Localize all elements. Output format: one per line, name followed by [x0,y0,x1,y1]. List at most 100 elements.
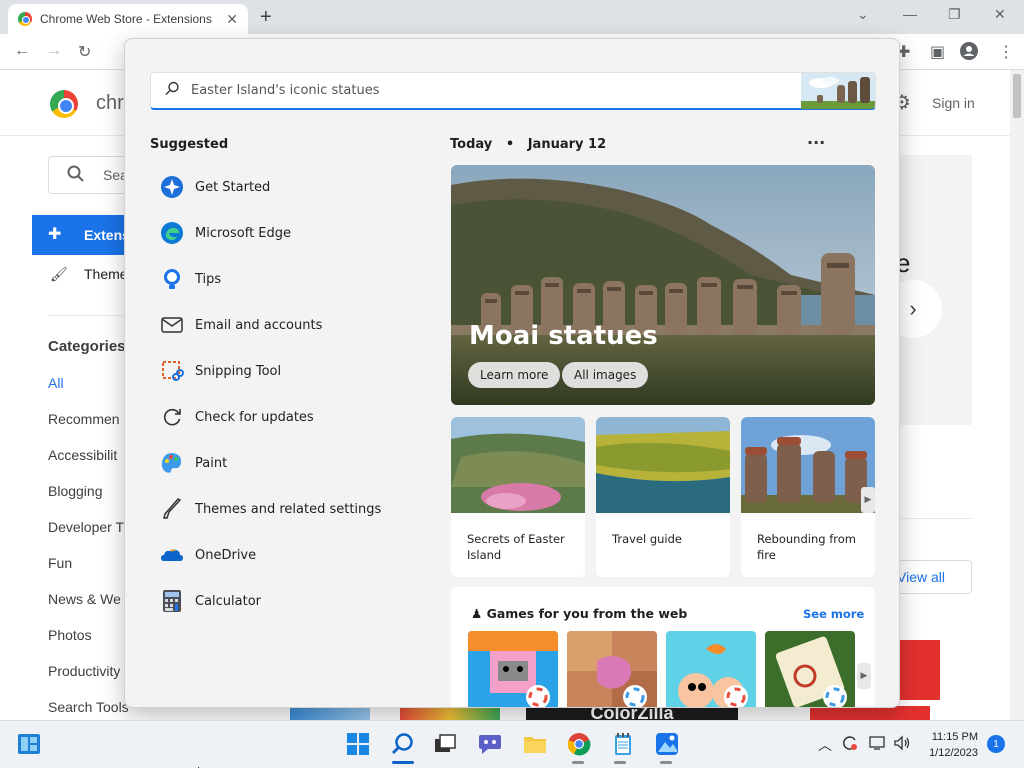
page-scrollbar[interactable] [1010,70,1024,720]
start-search-value: Easter Island's iconic statues [191,83,380,98]
browser-tab[interactable]: Chrome Web Store - Extensions ✕ [8,4,248,34]
start-windows-icon[interactable] [345,731,371,757]
file-explorer-icon[interactable] [522,731,548,757]
today-heading: Today • January 12 [450,137,606,152]
suggested-themes-settings[interactable]: Themes and related settings [159,496,381,522]
category-blogging[interactable]: Blogging [48,483,103,499]
game-tile[interactable] [567,631,657,707]
card-image [451,417,585,513]
suggested-check-for-updates[interactable]: Check for updates [159,404,314,430]
suggested-microsoft-edge[interactable]: Microsoft Edge [159,220,291,246]
close-window-button[interactable]: ✕ [994,6,1006,23]
tab-title: Chrome Web Store - Extensions [40,12,212,26]
refresh-icon [159,404,185,430]
suggested-label: OneDrive [195,547,257,563]
suggested-paint[interactable]: Paint [159,450,227,476]
update-refresh-icon[interactable] [842,735,858,754]
volume-icon[interactable] [893,735,911,754]
reload-icon[interactable]: ↻ [78,42,91,62]
games-icon: ♟ [471,606,483,621]
all-images-button[interactable]: All images [562,362,649,388]
suggested-onedrive[interactable]: OneDrive [159,542,256,568]
chrome-menu-icon[interactable]: ⋮ [998,42,1014,62]
today-date: January 12 [527,137,607,152]
new-tab-button[interactable]: + [260,6,272,29]
category-photos[interactable]: Photos [48,627,92,643]
game-tile[interactable] [765,631,855,707]
restore-button[interactable]: ❐ [948,6,961,23]
category-productivity[interactable]: Productivity [48,663,120,679]
suggested-get-started[interactable]: Get Started [159,174,270,200]
teams-chat-icon[interactable] [477,731,503,757]
suggested-label: Tips [195,271,222,287]
cws-logo-icon [50,90,78,118]
scrollbar-thumb[interactable] [1013,74,1021,118]
learn-more-button[interactable]: Learn more [468,362,561,388]
snipping-tool-icon [159,358,185,384]
card-caption: Travel guide [612,532,682,546]
category-accessibility[interactable]: Accessibilit [48,447,117,463]
banner-thumb [400,706,500,720]
banner-thumb [810,706,930,720]
tab-close-icon[interactable]: ✕ [226,11,238,28]
minimize-button[interactable]: — [903,6,917,22]
suggested-heading: Suggested [150,137,229,152]
edge-icon [159,220,185,246]
start-search-input[interactable]: Easter Island's iconic statues [150,72,876,110]
moai-hero-card[interactable]: Moai statues Learn more All images [451,165,875,405]
profile-avatar-icon[interactable] [960,42,978,65]
category-all[interactable]: All [48,375,64,391]
chrome-web-store-favicon [18,12,32,26]
card-rebounding-from-fire[interactable]: Rebounding from fire [741,417,875,577]
notepad-icon[interactable] [610,731,636,757]
card-caption: Rebounding from fire [757,532,856,562]
game-tile[interactable] [666,631,756,707]
task-view-icon[interactable] [432,731,458,757]
more-options-icon[interactable]: ··· [807,133,825,152]
suggested-label: Email and accounts [195,317,323,333]
suggested-tips[interactable]: Tips [159,266,221,292]
suggested-email-accounts[interactable]: Email and accounts [159,312,322,338]
nav-themes[interactable]: 🖌 Theme [48,266,128,282]
suggested-label: Get Started [195,179,271,195]
nav-themes-label: Theme [84,266,128,282]
suggested-label: Microsoft Edge [195,225,292,241]
category-news-weather[interactable]: News & We [48,591,121,607]
games-see-more-link[interactable]: See more [803,607,864,621]
suggested-label: Calculator [195,593,262,609]
clock-date: 1/12/2023 [929,747,978,759]
notification-badge[interactable]: 1 [987,735,1005,753]
suggested-calculator[interactable]: Calculator [159,588,261,614]
category-search-tools[interactable]: Search Tools [48,699,129,715]
forward-icon[interactable]: → [46,42,62,60]
tab-search-icon[interactable]: ⌄ [857,6,869,23]
side-panel-icon[interactable]: ▣ [930,42,945,62]
game-tile[interactable] [468,631,558,707]
mail-icon [159,312,185,338]
back-icon[interactable]: ← [14,42,30,60]
taskbar-clock[interactable]: 11:15 PM 1/12/2023 [916,729,978,761]
category-developer-tools[interactable]: Developer T [48,519,124,535]
sign-in-link[interactable]: Sign in [932,95,975,111]
notepad-running-indicator [614,761,626,764]
card-travel-guide[interactable]: Travel guide [596,417,730,577]
card-secrets-easter-island[interactable]: Secrets of Easter Island [451,417,585,577]
show-hidden-icons-chevron-icon[interactable]: ︿ [818,735,832,755]
chevron-right-icon: › [909,296,917,321]
brush-icon: 🖌 [50,266,68,282]
games-scroll-right-icon[interactable]: ▶ [857,663,871,689]
photos-running-indicator [660,761,672,764]
widgets-icon[interactable] [16,731,42,757]
search-icon [165,81,180,100]
photos-icon[interactable] [654,731,680,757]
category-recommended[interactable]: Recommen [48,411,120,427]
suggested-snipping-tool[interactable]: Snipping Tool [159,358,281,384]
category-fun[interactable]: Fun [48,555,72,571]
cards-scroll-right-icon[interactable]: ▶ [861,487,875,513]
bullet-separator: • [496,137,524,152]
suggested-label: Paint [195,455,228,471]
network-icon[interactable] [869,735,887,754]
clock-time: 11:15 PM [931,731,978,743]
search-icon[interactable] [390,731,416,757]
chrome-taskbar-icon[interactable] [566,731,592,757]
